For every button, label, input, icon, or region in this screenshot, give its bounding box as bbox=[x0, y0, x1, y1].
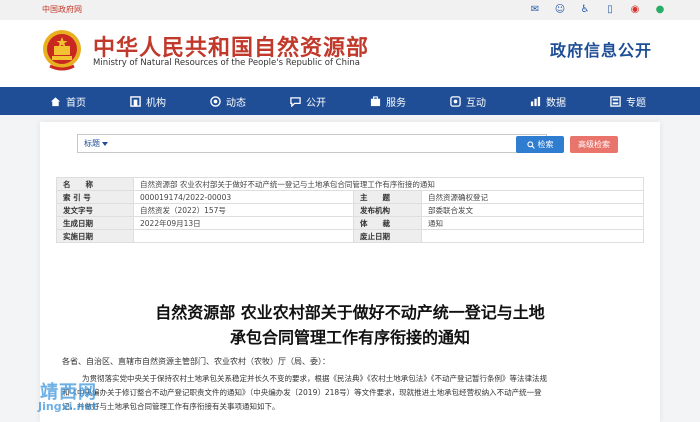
home-icon bbox=[50, 96, 61, 106]
service-icon bbox=[370, 95, 381, 106]
meta-value-date: 2022年09月13日 bbox=[133, 216, 354, 230]
search-input[interactable]: 标题 bbox=[77, 134, 547, 153]
meta-label-topic: 主 题 bbox=[353, 190, 422, 204]
table-row: 生成日期 2022年09月13日 体 裁 通知 bbox=[56, 216, 644, 230]
org-icon bbox=[130, 95, 141, 107]
nav-item-data[interactable]: 数据 bbox=[530, 87, 610, 115]
nav-label: 公开 bbox=[306, 97, 326, 109]
nav-item-open[interactable]: 公开 bbox=[290, 87, 370, 115]
data-icon bbox=[530, 96, 541, 106]
table-row: 名 称 自然资源部 农业农村部关于做好不动产统一登记与土地承包合同管理工作有序衔… bbox=[56, 177, 644, 191]
watermark-en: Jingxi.net bbox=[38, 400, 98, 413]
nav-label: 数据 bbox=[546, 97, 566, 109]
nav-label: 首页 bbox=[66, 97, 86, 109]
topic-icon bbox=[610, 95, 621, 107]
advanced-search-button[interactable]: 高级检索 bbox=[570, 136, 618, 153]
site-header: 中华人民共和国自然资源部 Ministry of Natural Resourc… bbox=[0, 20, 700, 87]
nav-label: 专题 bbox=[626, 97, 646, 109]
search-field-select[interactable]: 标题 bbox=[78, 138, 118, 149]
accessibility-icon[interactable]: ♿ bbox=[579, 4, 591, 15]
nav-item-topic[interactable]: 专题 bbox=[610, 87, 690, 115]
document-title-line: 自然资源部 农业农村部关于做好不动产统一登记与土地 bbox=[155, 303, 545, 322]
top-strip: 中国政府网 ✉ ☺ ♿ ▯ ◉ ● bbox=[0, 0, 700, 20]
nav-label: 服务 bbox=[386, 97, 406, 109]
nav-item-org[interactable]: 机构 bbox=[130, 87, 210, 115]
top-icon-group: ✉ ☺ ♿ ▯ ◉ ● bbox=[529, 4, 666, 15]
meta-value-genre: 通知 bbox=[421, 216, 644, 230]
metadata-table: 名 称 自然资源部 农业农村部关于做好不动产统一登记与土地承包合同管理工作有序衔… bbox=[56, 177, 644, 243]
meta-label-index: 索 引 号 bbox=[56, 190, 134, 204]
site-watermark: 靖西网 Jingxi.net bbox=[38, 378, 140, 418]
content-panel: 标题 检索 高级检索 名 称 自然资源部 农业农村部关于做好不动产统一登记与土地… bbox=[40, 122, 660, 422]
section-title[interactable]: 政府信息公开 bbox=[550, 37, 652, 61]
meta-value-effective bbox=[133, 229, 354, 243]
document-addressee: 各省、自治区、直辖市自然资源主管部门、农业农村（农牧）厅（局、委）： bbox=[62, 357, 330, 366]
chat-icon bbox=[290, 96, 301, 107]
wechat-icon[interactable]: ● bbox=[654, 4, 666, 15]
national-emblem-icon[interactable] bbox=[42, 28, 82, 72]
nav-label: 动态 bbox=[226, 97, 246, 109]
weibo-icon[interactable]: ◉ bbox=[629, 4, 641, 15]
meta-label-effective: 实施日期 bbox=[56, 229, 134, 243]
meta-value-abolish bbox=[421, 229, 644, 243]
meta-label-issuer: 发布机构 bbox=[353, 203, 422, 217]
mail-icon[interactable]: ✉ bbox=[529, 4, 541, 15]
ministry-name-en: Ministry of Natural Resources of the Peo… bbox=[93, 58, 360, 68]
meta-label-abolish: 废止日期 bbox=[353, 229, 422, 243]
document-paragraph: 为贯彻落实党中央关于保持农村土地承包关系稳定并长久不变的要求，根据《民法典》《农… bbox=[82, 374, 547, 383]
nav-item-interact[interactable]: 互动 bbox=[450, 87, 530, 115]
meta-value-index: 000019174/2022-00003 bbox=[133, 190, 354, 204]
nav-label: 机构 bbox=[146, 97, 166, 109]
table-row: 实施日期 废止日期 bbox=[56, 229, 644, 243]
search-button[interactable]: 检索 bbox=[516, 136, 564, 153]
interact-icon bbox=[450, 95, 461, 107]
chevron-down-icon bbox=[102, 141, 108, 146]
document-title-line: 承包合同管理工作有序衔接的通知 bbox=[229, 328, 470, 347]
search-icon bbox=[526, 140, 535, 149]
search-button-label: 检索 bbox=[537, 140, 554, 149]
table-row: 索 引 号 000019174/2022-00003 主 题 自然资源确权登记 bbox=[56, 190, 644, 204]
meta-label-docno: 发文字号 bbox=[56, 203, 134, 217]
meta-value-topic: 自然资源确权登记 bbox=[421, 190, 644, 204]
mobile-icon[interactable]: ▯ bbox=[604, 4, 616, 15]
news-icon bbox=[210, 95, 221, 107]
meta-label-date: 生成日期 bbox=[56, 216, 134, 230]
meta-value-name: 自然资源部 农业农村部关于做好不动产统一登记与土地承包合同管理工作有序衔接的通知 bbox=[133, 177, 644, 191]
meta-label-name: 名 称 bbox=[56, 177, 134, 191]
nav-item-home[interactable]: 首页 bbox=[50, 87, 130, 115]
user-icon[interactable]: ☺ bbox=[554, 4, 566, 15]
document-title: 自然资源部 农业农村部关于做好不动产统一登记与土地 承包合同管理工作有序衔接的通… bbox=[40, 300, 660, 350]
nav-label: 互动 bbox=[466, 97, 486, 109]
main-nav: 首页 机构 动态 公开 服务 互动 数据 专题 bbox=[0, 87, 700, 115]
table-row: 发文字号 自然资发（2022）157号 发布机构 部委联合发文 bbox=[56, 203, 644, 217]
search-field-label: 标题 bbox=[84, 139, 100, 148]
nav-item-news[interactable]: 动态 bbox=[210, 87, 290, 115]
gov-portal-link[interactable]: 中国政府网 bbox=[42, 4, 82, 15]
meta-value-docno: 自然资发（2022）157号 bbox=[133, 203, 354, 217]
nav-item-service[interactable]: 服务 bbox=[370, 87, 450, 115]
advanced-search-label: 高级检索 bbox=[578, 140, 610, 149]
meta-value-issuer: 部委联合发文 bbox=[421, 203, 644, 217]
meta-label-genre: 体 裁 bbox=[353, 216, 422, 230]
